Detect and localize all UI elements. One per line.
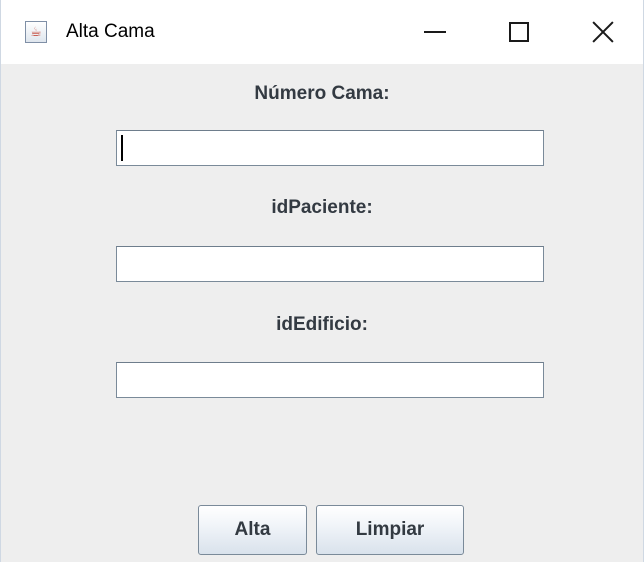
close-icon (592, 21, 614, 43)
window: ☕ Alta Cama Número Cama: idPaciente: idE… (0, 0, 644, 562)
window-title: Alta Cama (66, 21, 155, 42)
id-edificio-label: idEdificio: (276, 314, 368, 335)
title-bar[interactable]: ☕ Alta Cama (1, 0, 643, 64)
text-caret (121, 135, 123, 161)
maximize-icon (509, 22, 529, 42)
numero-cama-field[interactable] (116, 130, 544, 166)
maximize-button[interactable] (474, 0, 564, 64)
id-paciente-field[interactable] (116, 246, 544, 282)
limpiar-button[interactable]: Limpiar (316, 505, 464, 555)
minimize-button[interactable] (390, 0, 480, 64)
numero-cama-label: Número Cama: (254, 83, 390, 104)
id-paciente-label: idPaciente: (271, 197, 373, 218)
minimize-icon (424, 31, 446, 33)
alta-button[interactable]: Alta (198, 505, 307, 555)
close-button[interactable] (558, 0, 644, 64)
id-edificio-field[interactable] (116, 362, 544, 398)
java-cup-icon[interactable]: ☕ (25, 21, 47, 43)
